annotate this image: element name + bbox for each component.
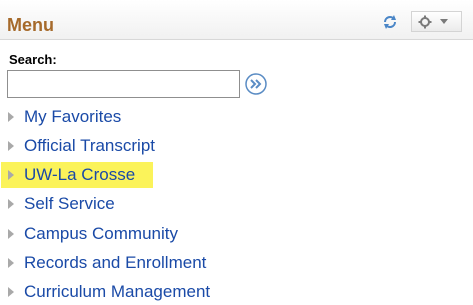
refresh-icon[interactable] [381,13,399,31]
menu-item-label: Curriculum Management [24,282,211,301]
search-label: Search: [9,52,57,67]
search-input[interactable] [7,70,240,98]
menu-item-label: UW-La Crosse [24,165,136,184]
menu-header: Menu [0,0,473,40]
expand-arrow-icon [8,112,14,122]
gear-icon [418,15,448,29]
expand-arrow-icon [8,258,14,268]
menu-item-label: Campus Community [24,224,178,243]
gear-menu-button[interactable] [411,11,462,32]
menu-item-self-service[interactable]: Self Service [6,191,115,217]
menu-item-label: Official Transcript [24,136,156,155]
menu-item-label: Self Service [24,194,115,213]
menu-item-curriculum-management[interactable]: Curriculum Management [6,279,210,305]
menu-item-label: My Favorites [24,107,122,126]
expand-arrow-icon [8,229,14,239]
expand-arrow-icon [8,287,14,297]
expand-arrow-icon [8,141,14,151]
menu-item-campus-community[interactable]: Campus Community [6,221,178,247]
chevron-down-icon [440,19,448,24]
search-go-button[interactable] [245,73,267,95]
menu-item-my-favorites[interactable]: My Favorites [6,104,121,130]
expand-arrow-icon [8,199,14,209]
menu-item-records-and-enrollment[interactable]: Records and Enrollment [6,250,206,276]
menu-item-official-transcript[interactable]: Official Transcript [6,133,155,159]
menu-item-uw-la-crosse[interactable]: UW-La Crosse [1,162,154,188]
menu-title: Menu [7,15,54,35]
expand-arrow-icon [8,170,14,180]
menu-item-label: Records and Enrollment [24,253,207,272]
